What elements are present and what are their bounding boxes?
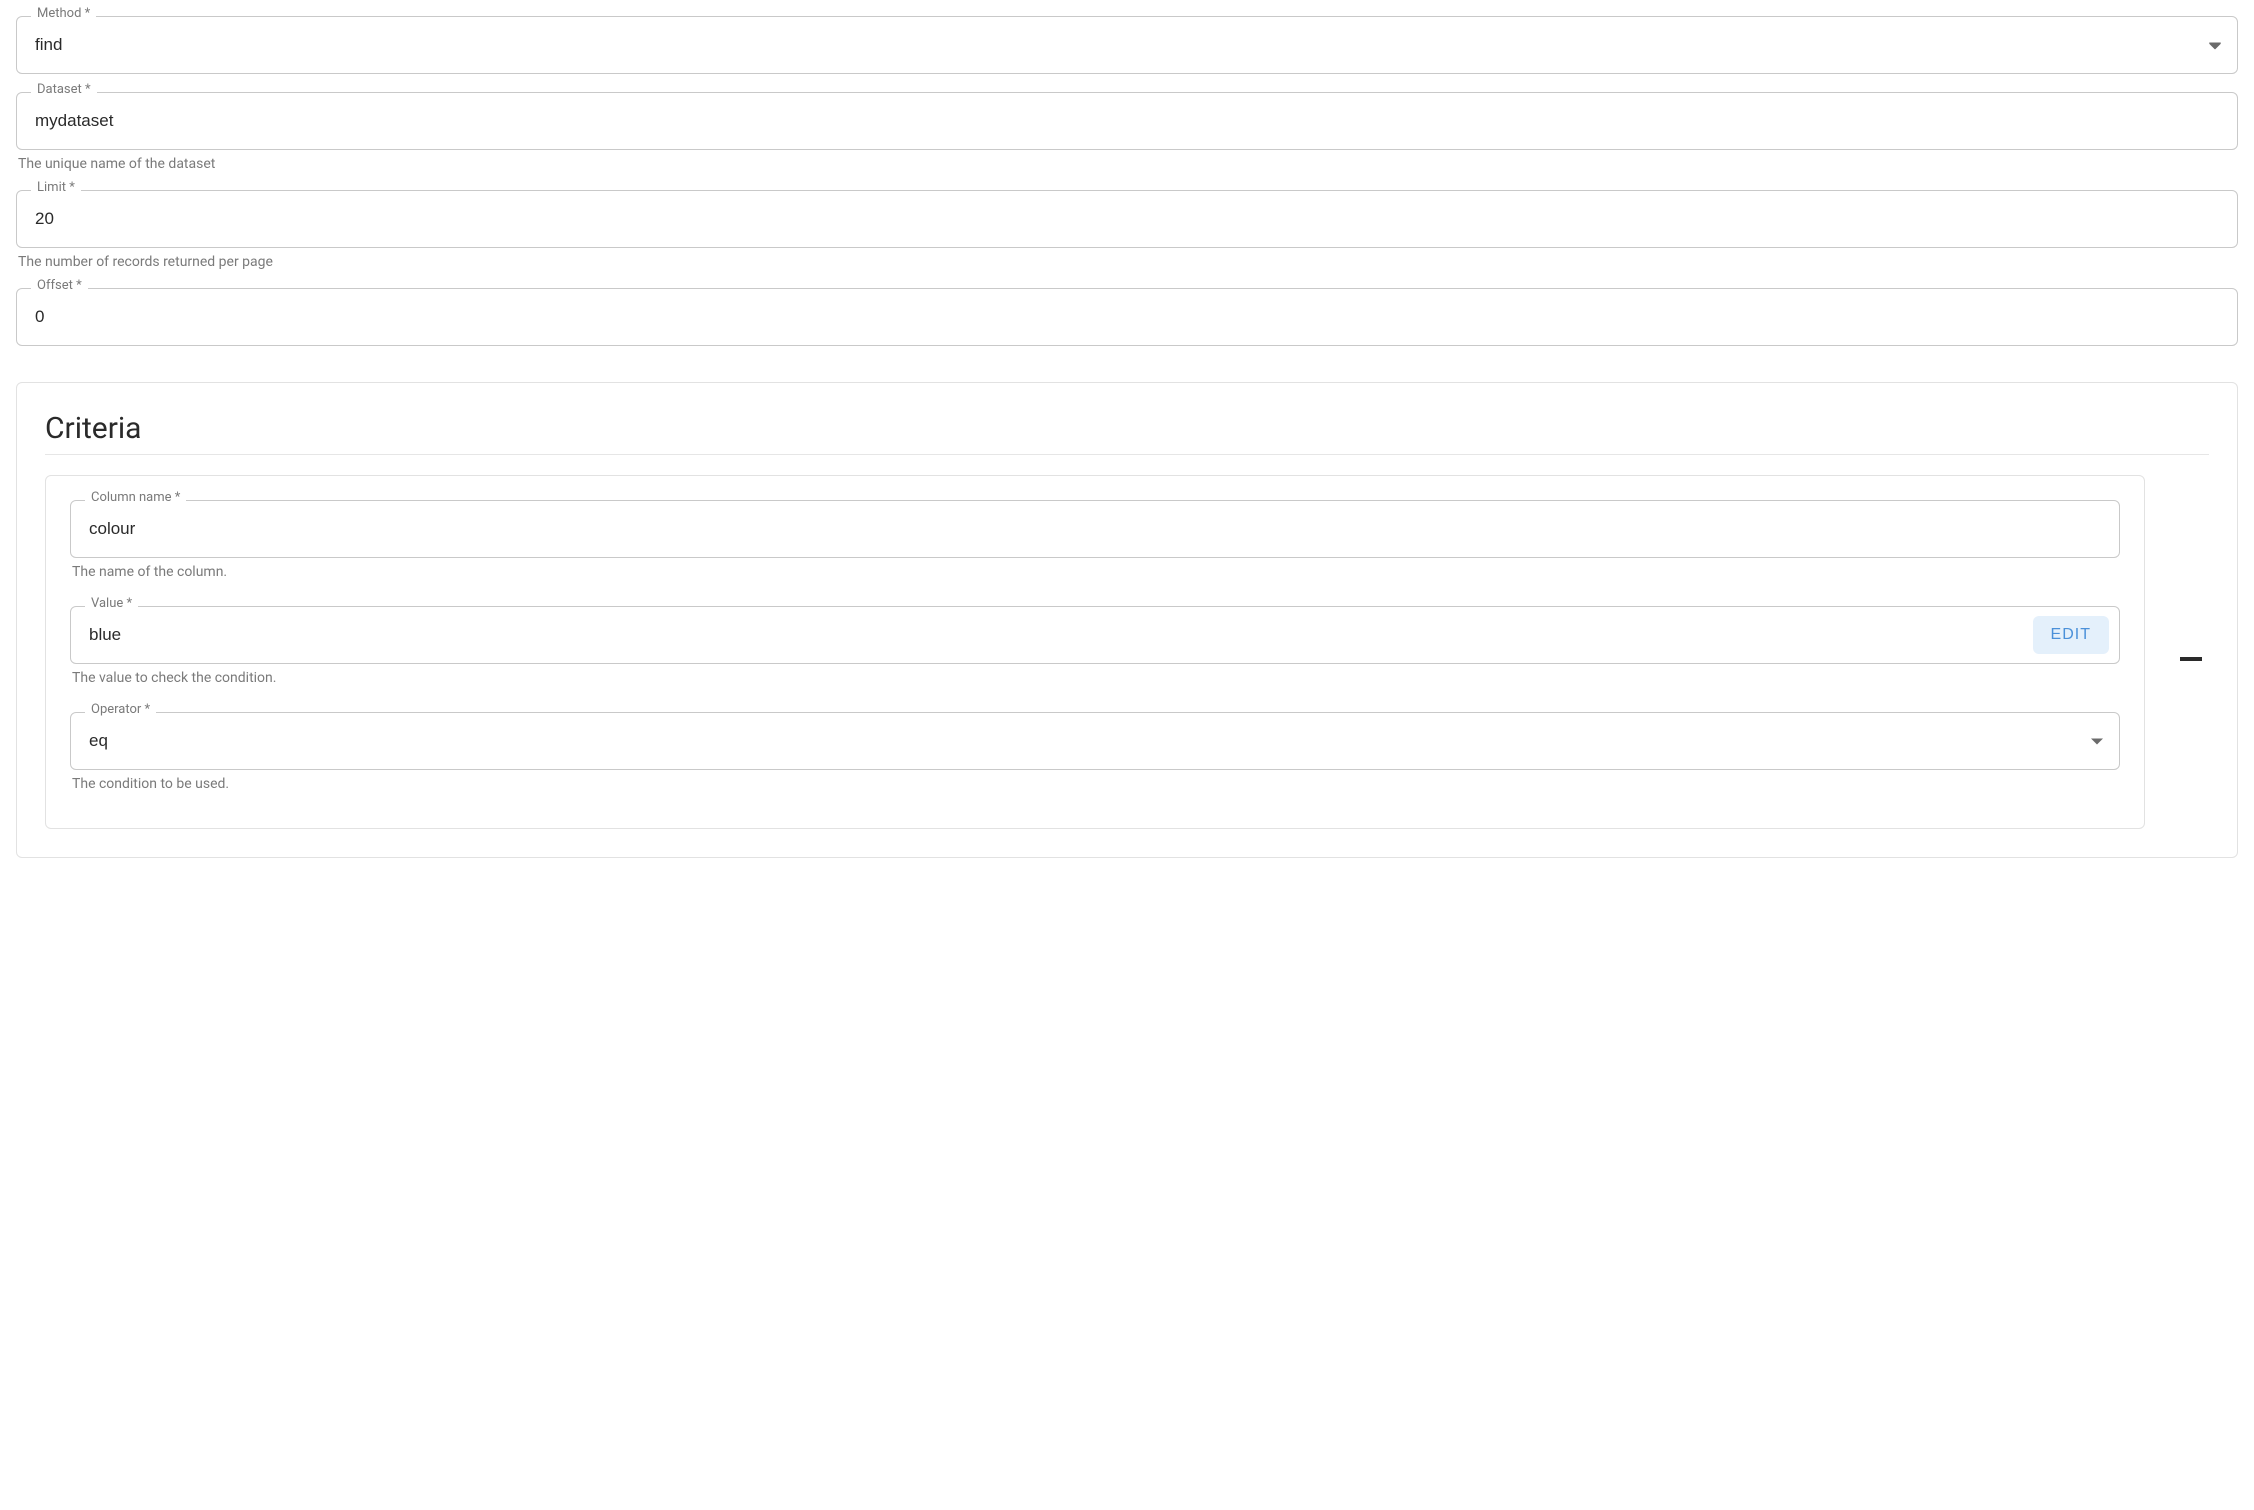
limit-label: Limit * (31, 181, 81, 194)
dataset-label: Dataset * (31, 83, 97, 96)
method-group: Method * (16, 16, 2238, 74)
value-label: Value * (85, 597, 138, 610)
offset-field: Offset * (16, 288, 2238, 346)
criteria-panel: Criteria Column name * The name of the c… (16, 382, 2238, 858)
column-input[interactable] (71, 501, 2119, 557)
criteria-card: Column name * The name of the column. Va… (45, 475, 2145, 829)
limit-helper: The number of records returned per page (18, 254, 2238, 270)
value-input[interactable] (71, 607, 2119, 663)
criteria-title: Criteria (45, 411, 2209, 455)
limit-group: Limit * The number of records returned p… (16, 190, 2238, 270)
operator-group: Operator * The condition to be used. (70, 712, 2120, 792)
method-label: Method * (31, 7, 96, 20)
column-field: Column name * (70, 500, 2120, 558)
limit-input[interactable] (17, 191, 2237, 247)
operator-helper: The condition to be used. (72, 776, 2120, 792)
offset-group: Offset * (16, 288, 2238, 346)
column-helper: The name of the column. (72, 564, 2120, 580)
dataset-field: Dataset * (16, 92, 2238, 150)
operator-label: Operator * (85, 703, 156, 716)
dataset-helper: The unique name of the dataset (18, 156, 2238, 172)
minus-icon (2180, 636, 2202, 668)
criteria-item: Column name * The name of the column. Va… (45, 475, 2209, 829)
remove-criteria-button[interactable] (2173, 634, 2209, 670)
column-label: Column name * (85, 491, 186, 504)
value-helper: The value to check the condition. (72, 670, 2120, 686)
dataset-input[interactable] (17, 93, 2237, 149)
dataset-group: Dataset * The unique name of the dataset (16, 92, 2238, 172)
limit-field: Limit * (16, 190, 2238, 248)
operator-select[interactable]: Operator * (70, 712, 2120, 770)
method-value[interactable] (17, 17, 2237, 73)
value-field: Value * EDIT (70, 606, 2120, 664)
edit-button[interactable]: EDIT (2033, 616, 2109, 654)
column-group: Column name * The name of the column. (70, 500, 2120, 580)
operator-value[interactable] (71, 713, 2119, 769)
value-group: Value * EDIT The value to check the cond… (70, 606, 2120, 686)
method-select[interactable]: Method * (16, 16, 2238, 74)
offset-label: Offset * (31, 279, 88, 292)
offset-input[interactable] (17, 289, 2237, 345)
